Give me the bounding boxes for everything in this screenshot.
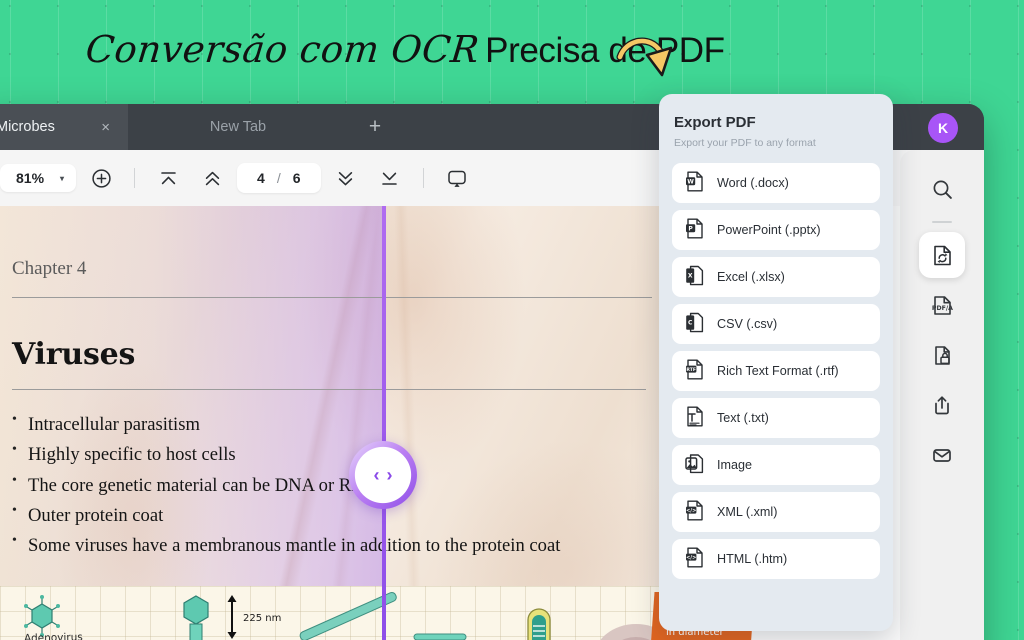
virus-diagram: Adenovirus 90 nm Bacteriophage T4 225 nm…	[0, 586, 667, 640]
curved-arrow-icon	[616, 31, 678, 86]
email-icon[interactable]	[919, 432, 965, 478]
export-panel-subtitle: Export your PDF to any format	[674, 137, 816, 149]
excel-file-icon: X	[685, 265, 704, 289]
zoom-in-icon[interactable]	[82, 159, 120, 197]
pdf-page: Chapter 4 Viruses Intracellular parasiti…	[0, 206, 667, 640]
rtf-file-icon: RTF	[685, 359, 704, 383]
list-item: Intracellular parasitism	[12, 409, 667, 440]
page-separator: /	[276, 170, 281, 186]
toolbar-divider-2	[422, 168, 424, 188]
rail-divider	[932, 221, 952, 223]
word-file-icon: W	[685, 171, 704, 195]
page-current-value: 4	[257, 170, 265, 186]
add-tab-button[interactable]: +	[348, 104, 402, 150]
toolbar-divider	[134, 168, 136, 188]
export-option-rtf[interactable]: RTF Rich Text Format (.rtf)	[672, 351, 880, 391]
chevron-down-icon: ▾	[60, 173, 65, 183]
svg-text:W: W	[687, 179, 694, 186]
export-option-word[interactable]: W Word (.docx)	[672, 163, 880, 203]
export-pdf-panel: Export PDF Export your PDF to any format…	[659, 94, 893, 631]
svg-text:P: P	[688, 226, 693, 233]
screen: Conversão com OCR Precisa de PDF Microbe…	[0, 0, 1024, 640]
list-item: Highly specific to host cells	[12, 439, 667, 470]
list-item: Outer protein coat	[12, 500, 667, 531]
diagram-dimension-label: 225 nm	[243, 613, 282, 624]
powerpoint-file-icon: P	[685, 218, 704, 242]
svg-text:X: X	[688, 273, 693, 280]
dimension-arrow	[227, 595, 237, 639]
export-option-label: Rich Text Format (.rtf)	[717, 364, 839, 378]
zoom-level-value: 81%	[16, 170, 45, 186]
svg-text:RTF: RTF	[686, 367, 696, 373]
bacteriophage-drawing	[183, 595, 209, 640]
document-content: Chapter 4 Viruses Intracellular parasiti…	[12, 206, 667, 640]
export-option-powerpoint[interactable]: P PowerPoint (.pptx)	[672, 210, 880, 250]
html-file-icon: </>	[685, 547, 704, 571]
tab-microbes[interactable]: Microbes ×	[0, 104, 128, 150]
rabies-drawing	[527, 608, 551, 640]
export-option-label: XML (.xml)	[717, 505, 778, 519]
export-option-text[interactable]: Text (.txt)	[672, 398, 880, 438]
first-page-icon[interactable]	[149, 159, 187, 197]
last-page-icon[interactable]	[371, 159, 409, 197]
svg-text:C: C	[688, 320, 693, 327]
protect-icon[interactable]	[919, 332, 965, 378]
tool-rail: PDF/A	[900, 150, 984, 640]
export-option-label: Image	[717, 458, 753, 472]
headline-plain-text: Precisa de PDF	[485, 31, 725, 70]
export-option-label: HTML (.htm)	[717, 552, 788, 566]
export-option-csv[interactable]: C CSV (.csv)	[672, 304, 880, 344]
export-option-excel[interactable]: X Excel (.xlsx)	[672, 257, 880, 297]
title-rule	[12, 389, 646, 390]
image-file-icon	[685, 453, 704, 477]
compare-slider-handle[interactable]: ‹ ›	[349, 441, 417, 509]
diagram-label-adenovirus: Adenovirus	[23, 631, 83, 640]
page-number-field[interactable]: 4 / 6	[237, 163, 321, 193]
svg-text:</>: </>	[686, 555, 696, 561]
list-item: Some viruses have a membranous mantle in…	[12, 530, 667, 561]
export-option-label: Excel (.xlsx)	[717, 270, 785, 284]
bullet-list: Intracellular parasitism Highly specific…	[12, 409, 667, 561]
next-page-icon[interactable]	[327, 159, 365, 197]
adenovirus-drawing	[24, 595, 60, 637]
text-file-icon	[685, 406, 704, 430]
search-icon[interactable]	[919, 166, 965, 212]
export-option-label: Text (.txt)	[717, 411, 769, 425]
tab-new[interactable]: New Tab	[128, 104, 348, 150]
export-option-html[interactable]: </> HTML (.htm)	[672, 539, 880, 579]
present-mode-icon[interactable]	[438, 159, 476, 197]
compare-divider[interactable]	[382, 206, 386, 640]
export-option-label: PowerPoint (.pptx)	[717, 223, 821, 237]
csv-file-icon: C	[685, 312, 704, 336]
tab-label: Microbes	[0, 119, 55, 135]
zoom-level-select[interactable]: 81% ▾	[0, 164, 77, 192]
avatar[interactable]: K	[928, 113, 958, 143]
chevron-left-icon: ‹	[373, 465, 380, 485]
document-title: Viruses	[12, 337, 136, 372]
xml-file-icon: </>	[685, 500, 704, 524]
list-item: The core genetic material can be DNA or …	[12, 470, 667, 501]
close-icon[interactable]: ×	[101, 120, 110, 135]
chapter-label: Chapter 4	[12, 258, 87, 279]
svg-text:</>: </>	[686, 508, 696, 514]
headline-script-text: Conversão com OCR	[83, 28, 482, 71]
share-icon[interactable]	[919, 382, 965, 428]
export-option-image[interactable]: Image	[672, 445, 880, 485]
convert-icon[interactable]	[919, 232, 965, 278]
svg-text:PDF/A: PDF/A	[931, 305, 952, 312]
export-option-label: CSV (.csv)	[717, 317, 778, 331]
viroid-drawing	[413, 633, 467, 640]
export-option-label: Word (.docx)	[717, 176, 789, 190]
chevron-right-icon: ›	[386, 465, 393, 485]
export-option-xml[interactable]: </> XML (.xml)	[672, 492, 880, 532]
pdfa-icon[interactable]: PDF/A	[919, 282, 965, 328]
header-rule	[12, 297, 652, 298]
page-total-value: 6	[292, 170, 301, 186]
previous-page-icon[interactable]	[193, 159, 231, 197]
export-panel-title: Export PDF	[674, 114, 756, 131]
